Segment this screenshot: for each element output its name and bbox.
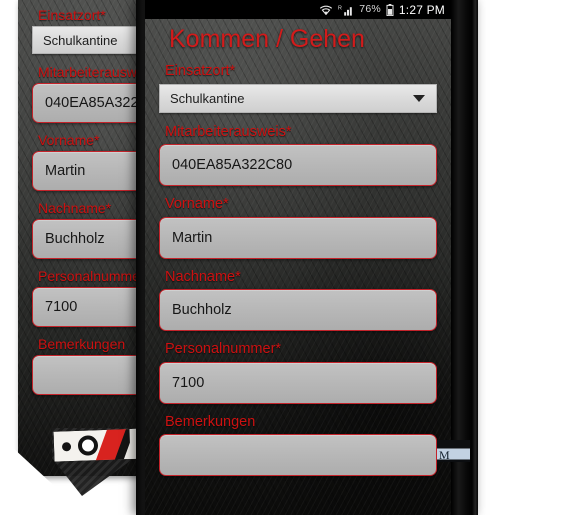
back-dropdown-value: Schulkantine bbox=[43, 32, 118, 48]
input-nachname-value: Buchholz bbox=[172, 302, 232, 318]
phone-bezel-right bbox=[451, 0, 478, 515]
label-vorname: Vorname* bbox=[165, 196, 229, 212]
fragment-glyph: M bbox=[439, 448, 451, 462]
svg-text:R: R bbox=[338, 5, 342, 11]
signal-bars-icon: R bbox=[338, 4, 354, 16]
dropdown-einsatzort-value: Schulkantine bbox=[170, 90, 245, 106]
input-vorname-value: Martin bbox=[172, 229, 213, 246]
label-personalnummer: Personalnummer* bbox=[165, 341, 282, 357]
label-nachname: Nachname* bbox=[165, 268, 241, 285]
app-content: Kommen / Gehen Einsatzort* Schulkantine … bbox=[145, 19, 451, 515]
back-input-value: Buchholz bbox=[45, 231, 105, 247]
label-bemerkungen: Bemerkungen bbox=[165, 413, 256, 430]
input-mitarbeiterausweis-value: 040EA85A322C80 bbox=[172, 157, 293, 173]
input-nachname[interactable]: Buchholz bbox=[159, 289, 437, 331]
dropdown-einsatzort[interactable]: Schulkantine bbox=[159, 83, 437, 113]
label-mitarbeiterausweis: Mitarbeiterausweis* bbox=[165, 123, 292, 140]
input-personalnummer-value: 7100 bbox=[172, 374, 205, 391]
back-input-value: Martin bbox=[45, 163, 86, 179]
phone-device-frame: R 76% 1:27 PM Kommen / Gehen Einsatzort* bbox=[136, 0, 478, 515]
battery-icon bbox=[386, 3, 394, 16]
phone-screen: R 76% 1:27 PM Kommen / Gehen Einsatzort* bbox=[145, 0, 451, 515]
chevron-down-icon bbox=[413, 95, 425, 102]
page-title: Kommen / Gehen bbox=[169, 25, 365, 53]
back-input-value: 7100 bbox=[45, 299, 78, 315]
wifi-icon bbox=[319, 4, 333, 15]
input-bemerkungen[interactable] bbox=[159, 434, 437, 476]
status-bar: R 76% 1:27 PM bbox=[145, 0, 451, 19]
status-clock: 1:27 PM bbox=[398, 2, 445, 17]
background-image-fragment: M bbox=[437, 440, 470, 462]
battery-percent-label: 76% bbox=[359, 3, 381, 16]
input-personalnummer[interactable]: 7100 bbox=[159, 361, 437, 404]
input-mitarbeiterausweis[interactable]: 040EA85A322C80 bbox=[159, 144, 437, 186]
input-vorname[interactable]: Martin bbox=[159, 216, 437, 259]
label-einsatzort: Einsatzort* bbox=[165, 63, 236, 79]
